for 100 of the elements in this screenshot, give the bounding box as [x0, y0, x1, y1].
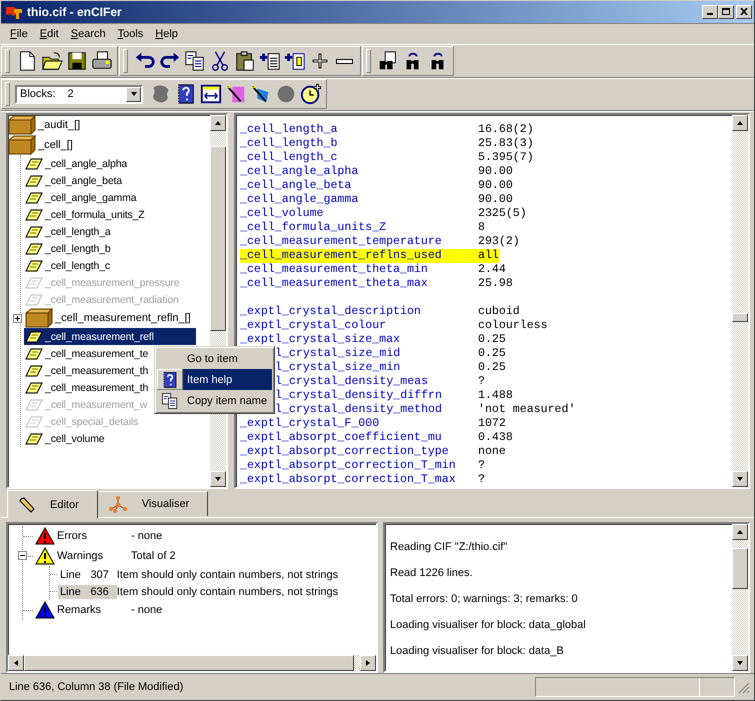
scroll-button[interactable] [210, 115, 226, 132]
tree-item[interactable]: _cell_angle_gamma [44, 190, 138, 205]
message-text: Item should only contain numbers, not strings [116, 586, 338, 598]
toolbar-button[interactable] [183, 50, 206, 73]
code-item-name: _exptl_absorpt_correction_T_max [240, 473, 457, 488]
tag-icon [25, 158, 43, 170]
message-category[interactable]: Warnings [55, 550, 131, 562]
close-button[interactable] [736, 4, 752, 19]
scroll-button[interactable] [732, 115, 748, 132]
tree-item[interactable]: _cell_formula_units_Z [44, 208, 146, 222]
scrollbar-thumb[interactable] [210, 146, 226, 332]
line-number[interactable]: 307 [80, 568, 113, 581]
dropdown-button[interactable] [126, 86, 141, 102]
code-item-value: 25.98 [478, 277, 513, 292]
clock-plus-icon [300, 83, 322, 106]
maximize-button[interactable] [718, 4, 734, 19]
box-icon [8, 135, 36, 156]
code-item-value: 0.25 [478, 361, 506, 376]
code-item-name: _exptl_crystal_description [240, 305, 422, 320]
menu-item[interactable]: Edit [34, 26, 65, 42]
scroll-button[interactable] [360, 655, 376, 672]
log-line: Reading CIF "Z:/thio.cif" [390, 541, 508, 556]
tag-icon [25, 260, 43, 272]
tree-item[interactable]: _cell_length_c [44, 258, 112, 273]
dropdown-label: Blocks: [19, 88, 56, 100]
scroll-button[interactable] [210, 471, 226, 488]
line-label[interactable]: Line [60, 586, 81, 598]
tree-item[interactable]: _cell_measurement_th [44, 380, 150, 395]
tree-item[interactable]: _cell_length_a [44, 224, 112, 239]
menu-item[interactable]: Search [64, 26, 112, 42]
tab[interactable]: Editor [7, 490, 98, 518]
tree-category[interactable]: _cell_measurement_refln_[] [54, 311, 192, 326]
menu-item[interactable]: File [4, 26, 34, 42]
code-item-name: _cell_length_c [240, 151, 338, 166]
toolbar-button[interactable] [299, 82, 322, 106]
tag-icon [25, 330, 43, 343]
tree-item[interactable]: _cell_measurement_te [44, 346, 150, 361]
log-line: Total errors: 0; warnings: 3; remarks: 0 [390, 593, 579, 608]
code-item-value: cuboid [478, 305, 520, 320]
tag-icon [25, 226, 43, 238]
tree-item[interactable]: _cell_measurement_th [44, 364, 150, 378]
scroll-button[interactable] [732, 471, 748, 488]
magic-wand-icon [224, 83, 246, 106]
message-text: Item should only contain numbers, not strings [116, 568, 338, 581]
code-item-name: _cell_measurement_temperature [240, 235, 443, 250]
box-icon [8, 115, 36, 136]
menu-item[interactable]: Copy item name [157, 390, 272, 412]
minimize-button[interactable] [702, 4, 718, 19]
menu-item[interactable]: Tools [112, 26, 150, 42]
expander-button[interactable] [18, 551, 27, 560]
code-item-value: ? [478, 459, 485, 474]
scrollbar[interactable] [732, 115, 748, 488]
menu-item[interactable]: Go to item [157, 349, 272, 370]
tag-icon [25, 398, 43, 411]
code-item-name: l_crystal_density_diffrn [275, 389, 443, 404]
scroll-button[interactable] [732, 524, 748, 540]
code-item-value: 25.83(3) [478, 137, 534, 152]
code-item-value: 0.25 [478, 347, 506, 362]
tree-item[interactable]: _cell_angle_beta [44, 174, 124, 188]
tree-item[interactable]: _cell_length_b [44, 242, 112, 256]
tag-icon [25, 348, 43, 360]
size-grip-icon [737, 680, 750, 694]
expander-button[interactable] [13, 314, 22, 323]
scrollbar-thumb[interactable] [732, 313, 748, 322]
line-number[interactable]: 636 [80, 586, 113, 598]
message-category[interactable]: Remarks [55, 604, 131, 616]
tree-item[interactable]: _cell_angle_alpha [44, 156, 128, 171]
code-item-name: _exptl_crystal_size_max [240, 333, 402, 348]
tag-icon [25, 294, 43, 306]
selected-tree-row[interactable]: _cell_measurement_refl [24, 328, 196, 346]
toolbar-button[interactable] [199, 82, 222, 106]
scrollbar[interactable] [732, 524, 748, 672]
tree-item[interactable]: _cell_volume [44, 432, 106, 446]
tree-category[interactable]: _audit_[] [37, 118, 82, 132]
status-text: Line 636, Column 38 (File Modified) [9, 681, 184, 694]
code-item-value: 0.25 [478, 333, 506, 348]
tag-icon [25, 192, 43, 204]
code-item-value: 90.00 [478, 193, 513, 208]
resize-arrows-icon [200, 83, 222, 106]
code-item-name: _exptl_crystal_F_000 [240, 417, 380, 432]
code-item-name: _cell_measurement_reflns_used [240, 249, 443, 264]
line-label[interactable]: Line [60, 568, 81, 581]
menu-item[interactable]: Help [149, 26, 184, 42]
code-item-name: l_crystal_size_mid [275, 347, 402, 362]
menu-item[interactable]: Item help [157, 369, 272, 390]
scrollbar-thumb[interactable] [732, 548, 748, 590]
code-item-value: 5.395(7) [478, 151, 534, 166]
blocks-dropdown[interactable]: Blocks: 2 [15, 84, 143, 104]
code-item-name: _cell_length_a [240, 123, 338, 138]
tree-item[interactable]: _cell_measurement_refl [44, 330, 155, 344]
message-category[interactable]: Errors [55, 530, 131, 542]
scroll-button[interactable] [732, 655, 748, 672]
scroll-button[interactable] [8, 655, 24, 672]
tab[interactable]: Visualiser [96, 491, 208, 516]
tag-icon [25, 174, 43, 187]
add-page-icon [258, 50, 280, 72]
message-summary: - none [131, 530, 162, 542]
selection-highlight[interactable]: Line 636 [58, 584, 117, 599]
tree-category[interactable]: _cell_[] [37, 138, 74, 152]
code-item-value: ? [478, 375, 485, 390]
